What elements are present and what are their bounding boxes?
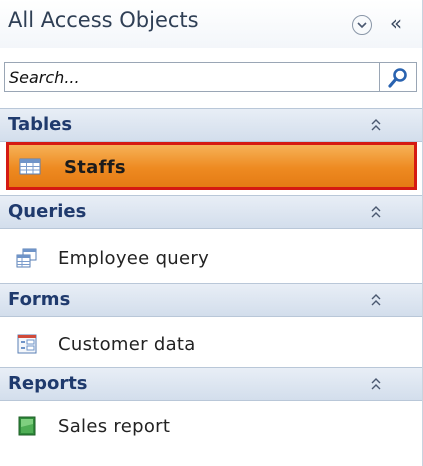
item-label: Staffs [64,157,126,178]
item-label: Sales report [58,416,171,437]
list-item-staffs[interactable]: Staffs [6,142,417,190]
navigation-pane-header[interactable]: All Access Objects « [0,0,422,48]
table-icon [19,158,41,175]
list-item-employee-query[interactable]: Employee query [0,236,422,280]
item-label: Customer data [58,334,196,355]
list-item-customer-data[interactable]: Customer data [0,322,422,366]
double-chevron-up-icon[interactable] [369,205,383,219]
chevron-down-circle-icon[interactable] [352,15,372,35]
search-icon [388,68,407,88]
group-header-tables[interactable]: Tables [0,108,422,142]
group-label: Forms [8,289,71,310]
double-chevron-up-icon[interactable] [369,118,383,132]
shutter-bar-collapse-button[interactable]: « [385,11,407,35]
double-chevron-up-icon[interactable] [369,293,383,307]
navigation-pane: All Access Objects « Tables Staffs Quer [0,0,423,466]
double-chevron-up-icon[interactable] [369,377,383,391]
group-label: Reports [8,373,88,394]
group-header-reports[interactable]: Reports [0,367,422,401]
item-label: Employee query [58,248,210,269]
search-bar [4,62,417,92]
report-icon [18,416,36,436]
form-icon [17,334,37,354]
group-header-forms[interactable]: Forms [0,283,422,317]
query-icon [16,248,37,268]
search-input[interactable] [4,62,380,92]
pane-title[interactable]: All Access Objects [8,8,199,32]
group-label: Tables [8,114,73,135]
search-button[interactable] [380,62,417,92]
group-label: Queries [8,201,87,222]
list-item-sales-report[interactable]: Sales report [0,404,422,448]
group-header-queries[interactable]: Queries [0,195,422,229]
